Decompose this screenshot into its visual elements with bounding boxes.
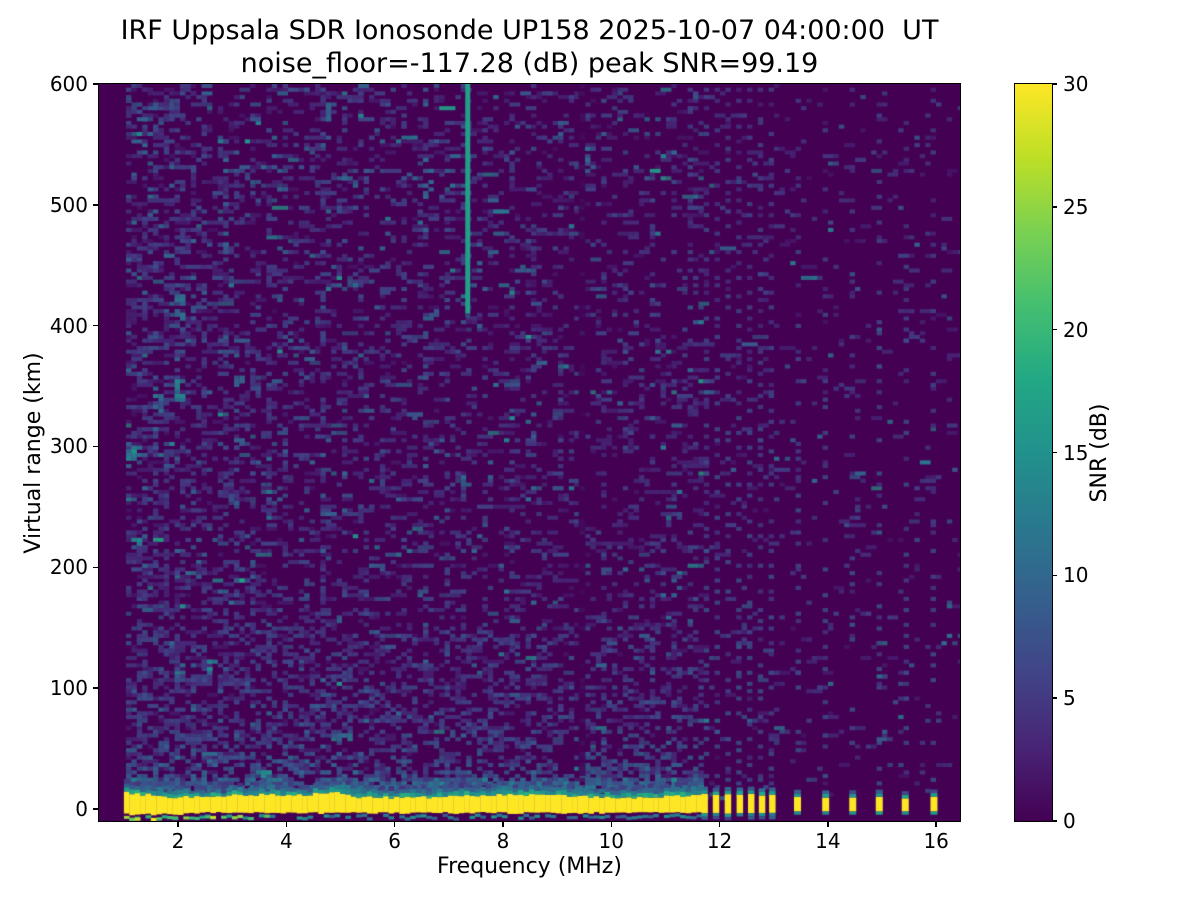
colorbar-tick bbox=[1052, 697, 1057, 699]
x-tick bbox=[610, 822, 612, 827]
y-tick-label: 0 bbox=[75, 796, 88, 821]
x-tick-label: 8 bbox=[496, 829, 510, 853]
x-tick bbox=[285, 822, 288, 827]
colorbar-tick bbox=[1052, 206, 1057, 208]
colorbar-tick-label: 10 bbox=[1063, 563, 1089, 588]
x-tick-label: 16 bbox=[923, 829, 949, 853]
y-tick-label: 600 bbox=[49, 72, 88, 96]
y-tick bbox=[93, 687, 98, 689]
x-tick bbox=[393, 822, 396, 827]
colorbar-tick bbox=[1052, 574, 1057, 577]
y-tick bbox=[93, 566, 98, 568]
x-tick-label: 14 bbox=[815, 829, 841, 853]
colorbar-tick-label: 25 bbox=[1063, 194, 1089, 219]
x-tick-label: 2 bbox=[171, 829, 185, 853]
x-axis-label: Frequency (MHz) bbox=[437, 854, 622, 879]
colorbar-tick bbox=[1052, 328, 1057, 331]
y-tick-label: 300 bbox=[49, 434, 88, 459]
chart-subtitle: noise_floor=-117.28 (dB) peak SNR=99.19 bbox=[240, 48, 819, 79]
colorbar-tick-label: 5 bbox=[1063, 686, 1076, 711]
ionogram-figure: IRF Uppsala SDR Ionosonde UP158 2025-10-… bbox=[0, 0, 1200, 900]
y-tick-label: 100 bbox=[49, 676, 88, 701]
y-tick bbox=[93, 204, 98, 206]
x-tick-label: 10 bbox=[598, 829, 624, 853]
y-tick bbox=[93, 445, 98, 448]
colorbar-tick bbox=[1052, 451, 1057, 454]
colorbar-label: SNR (dB) bbox=[1087, 403, 1112, 503]
title-block: IRF Uppsala SDR Ionosonde UP158 2025-10-… bbox=[99, 14, 960, 80]
colorbar-gradient bbox=[1015, 84, 1052, 821]
x-tick-label: 12 bbox=[706, 829, 733, 853]
colorbar-tick-label: 15 bbox=[1063, 440, 1089, 465]
y-tick bbox=[93, 83, 98, 85]
y-tick bbox=[93, 324, 98, 327]
ionogram-heatmap bbox=[99, 84, 960, 821]
chart-title: IRF Uppsala SDR Ionosonde UP158 2025-10-… bbox=[120, 15, 939, 46]
y-tick-label: 200 bbox=[49, 555, 88, 580]
x-tick-label: 6 bbox=[388, 829, 402, 853]
colorbar-tick-label: 20 bbox=[1063, 317, 1089, 342]
colorbar-tick-label: 0 bbox=[1063, 809, 1076, 833]
y-tick-label: 500 bbox=[49, 192, 88, 217]
y-tick-label: 400 bbox=[49, 313, 88, 338]
x-tick bbox=[935, 822, 937, 827]
colorbar-tick bbox=[1052, 820, 1057, 822]
plot-area bbox=[98, 83, 961, 822]
colorbar bbox=[1014, 83, 1053, 822]
x-tick bbox=[502, 822, 504, 827]
y-tick bbox=[93, 808, 98, 810]
colorbar-tick-label: 30 bbox=[1063, 72, 1089, 96]
x-tick bbox=[827, 822, 829, 827]
x-tick bbox=[718, 822, 721, 827]
x-tick-label: 4 bbox=[279, 829, 293, 853]
x-tick bbox=[177, 822, 179, 827]
colorbar-tick bbox=[1052, 83, 1057, 85]
